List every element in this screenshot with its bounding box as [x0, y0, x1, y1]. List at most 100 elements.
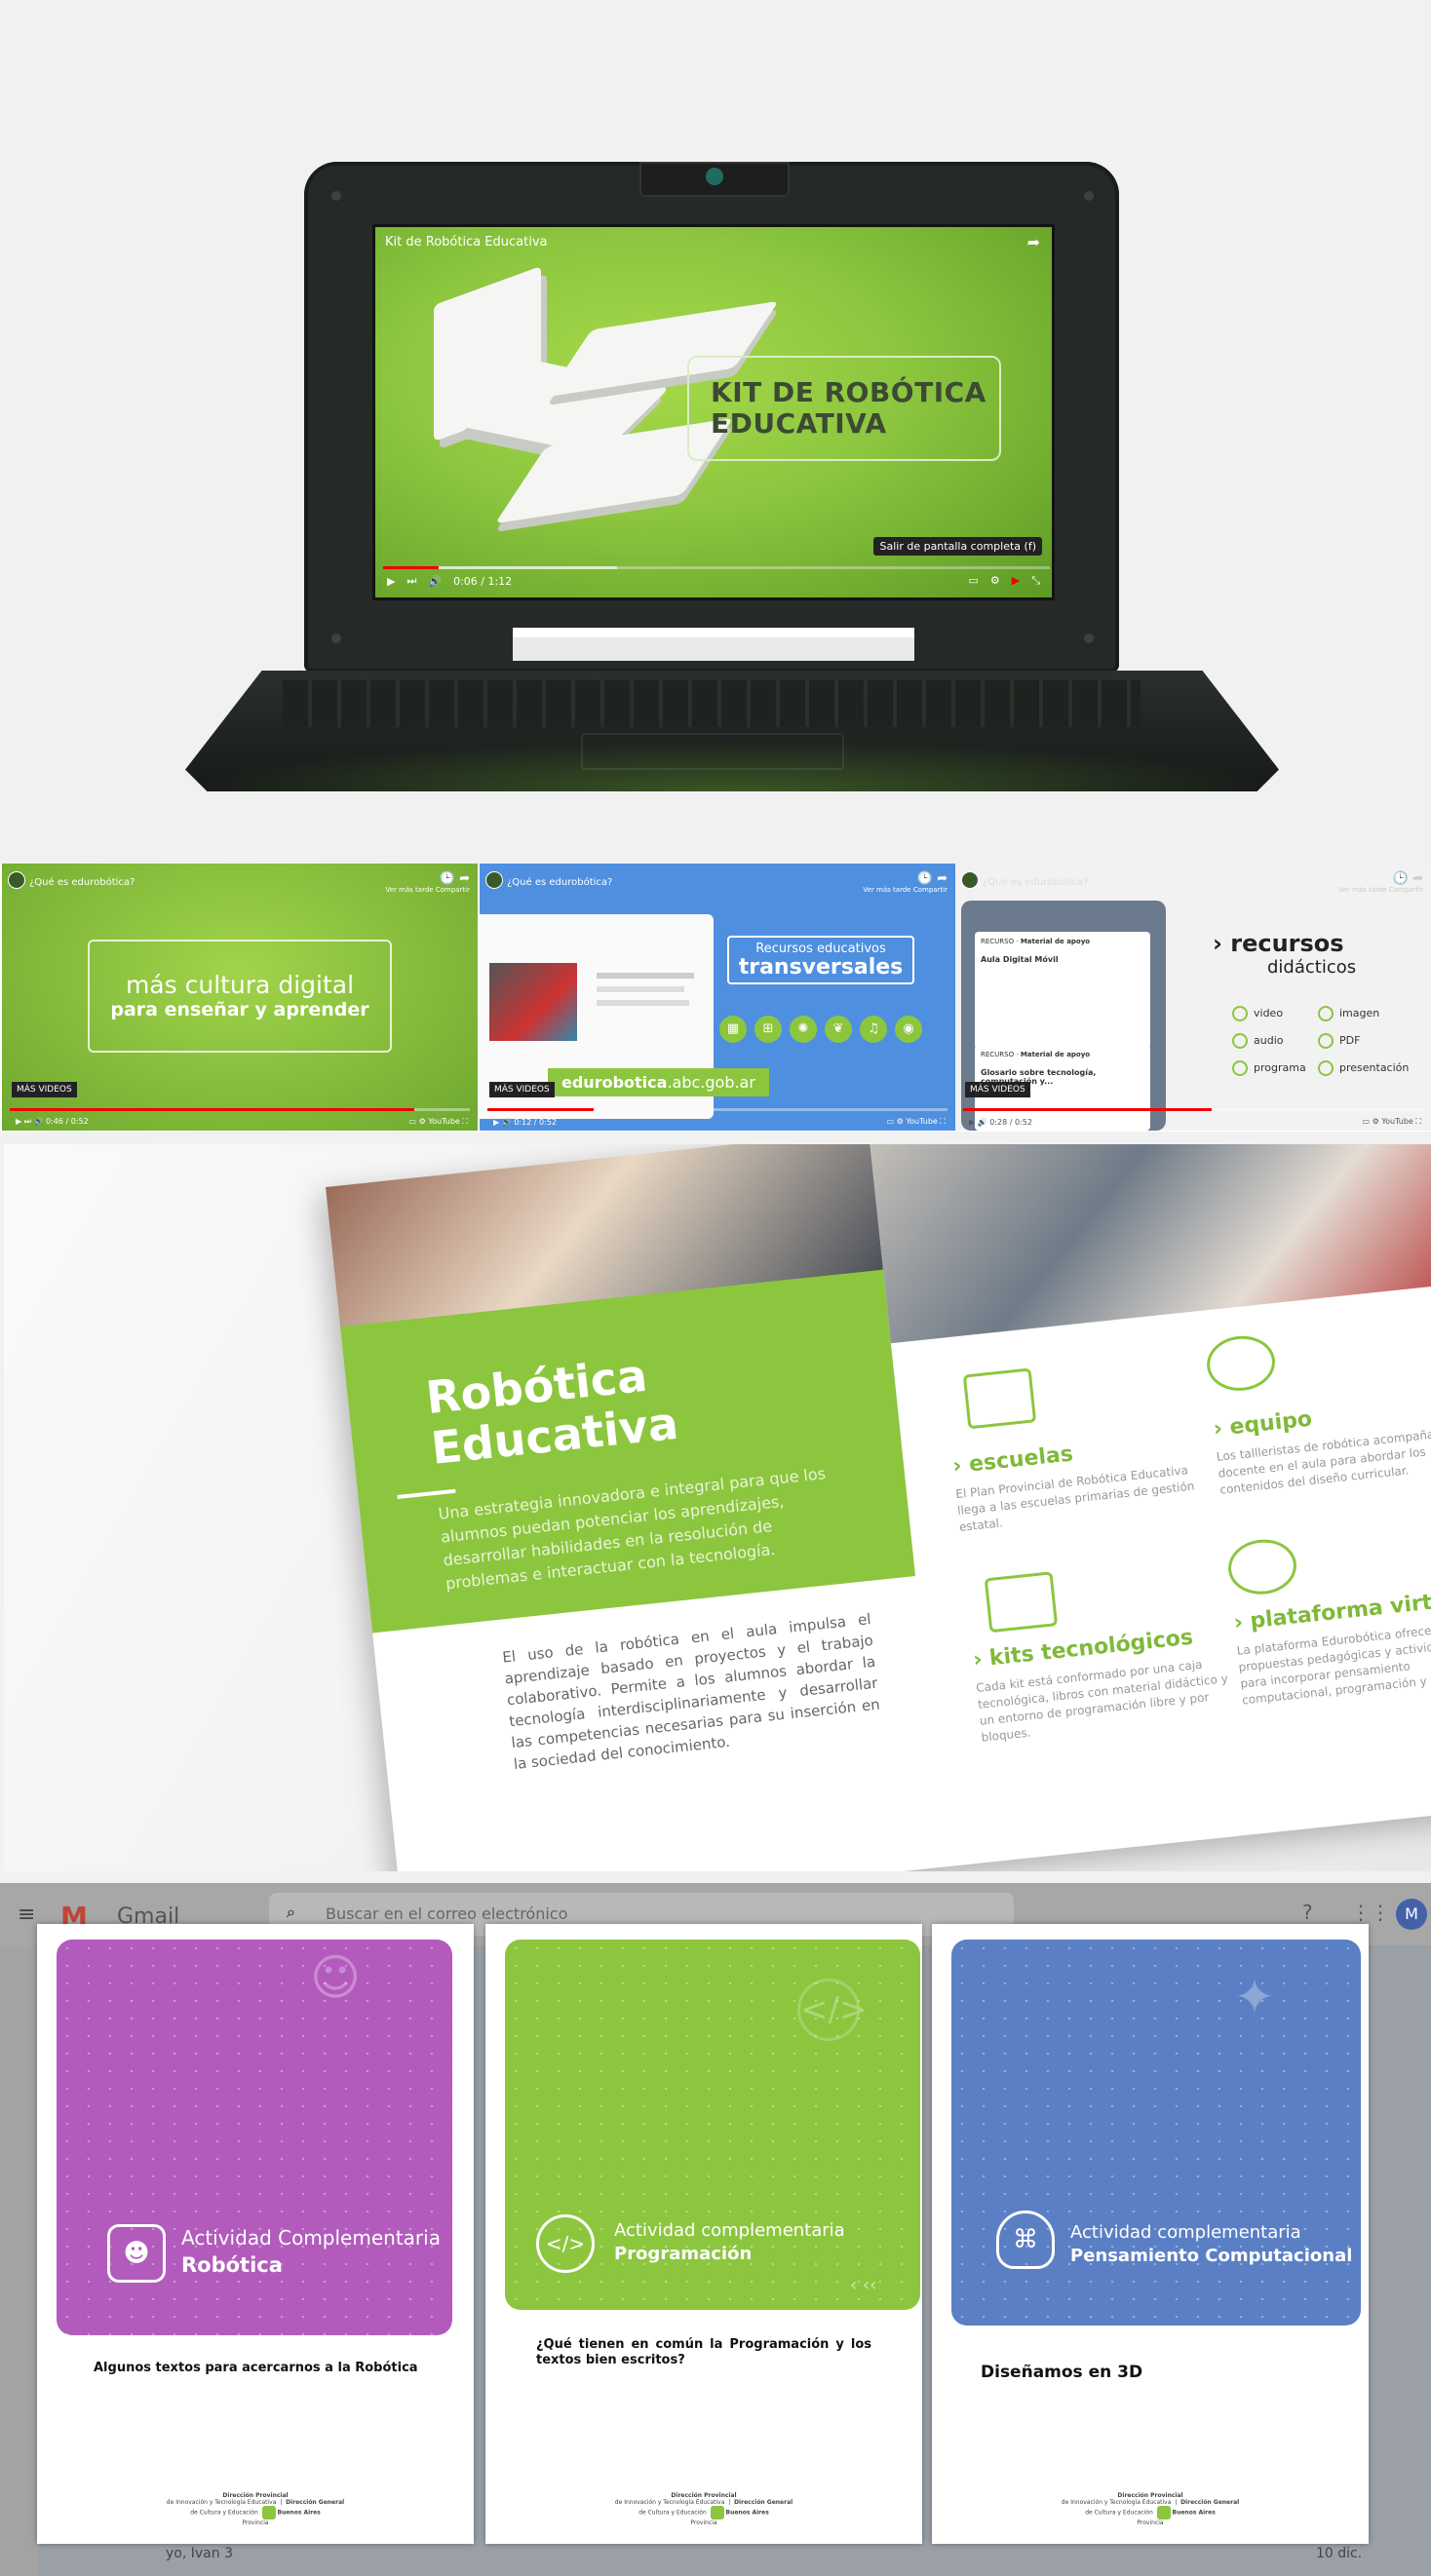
- url-bold: edurobotica: [561, 1073, 668, 1092]
- share-icon[interactable]: ➦: [1027, 233, 1040, 251]
- resource-pdf: PDF: [1318, 1033, 1360, 1049]
- more-videos-button[interactable]: MÁS VIDEOS: [489, 1082, 555, 1097]
- robot-arm-icon: [984, 1571, 1059, 1634]
- captions-icon[interactable]: ▭: [968, 574, 978, 588]
- help-icon[interactable]: ?: [1302, 1901, 1313, 1924]
- play-icon[interactable]: ▶: [387, 575, 395, 588]
- player-controls-left: ▶ ⏭ 🔊 0:46 / 0:52: [16, 1117, 89, 1127]
- eye-icon: ◉: [895, 1016, 922, 1043]
- time-display: 0:28 / 0:52: [989, 1118, 1032, 1127]
- next-icon[interactable]: ⏭: [406, 574, 416, 588]
- more-videos-button[interactable]: MÁS VIDEOS: [12, 1082, 77, 1097]
- more-videos-button[interactable]: MÁS VIDEOS: [965, 1082, 1030, 1097]
- volume-icon[interactable]: 🔊: [428, 575, 442, 588]
- apps-grid-icon[interactable]: ⋮⋮: [1351, 1901, 1390, 1924]
- hamburger-menu-icon[interactable]: ≡: [18, 1903, 35, 1927]
- resource-card-tag: Material de apoyo: [1020, 1051, 1091, 1058]
- laptop-hinge: [513, 628, 914, 661]
- video-thumbnail-cultura[interactable]: ¿Qué es edurobótica? 🕒 ➦ Ver más tarde C…: [2, 864, 478, 1131]
- player-controls-left: ▶ 🔊 0:28 / 0:52: [969, 1118, 1032, 1127]
- settings-icon[interactable]: ▭ ⚙: [408, 1117, 425, 1126]
- played-bar: [487, 1108, 594, 1111]
- resource-image: imagen: [1318, 1006, 1379, 1021]
- activity-card-robotica[interactable]: ☺ ☻ Actividad Complementaria Robótica Al…: [37, 1924, 474, 2544]
- recursos-frame: Recursos educativos transversales: [727, 936, 914, 984]
- resource-card-title: Aula Digital Móvil: [981, 955, 1059, 964]
- search-icon[interactable]: ⌕: [287, 1903, 295, 1922]
- resource-card-label: RECURSO: [981, 938, 1015, 945]
- play-icon[interactable]: ▶ 🔊: [969, 1118, 987, 1127]
- played-bar: [963, 1108, 1212, 1111]
- channel-avatar[interactable]: [485, 871, 503, 889]
- video-title[interactable]: ¿Qué es edurobótica?: [507, 877, 612, 888]
- watch-later-icon[interactable]: 🕒 ➦: [863, 871, 948, 886]
- school-icon: [962, 1367, 1037, 1430]
- play-icon[interactable]: ▶ ⏭ 🔊: [16, 1117, 43, 1126]
- resource-presentation: presentación: [1318, 1060, 1409, 1076]
- resource-card-tag: Material de apoyo: [1020, 938, 1091, 945]
- url-rest: .abc.gob.ar: [667, 1073, 755, 1092]
- recursos-heading: › recursos: [1213, 930, 1344, 957]
- exit-fullscreen-icon[interactable]: ⤡: [1031, 574, 1040, 588]
- site-url-badge[interactable]: edurobotica.abc.gob.ar: [548, 1068, 769, 1096]
- gmail-left-rail: [0, 1945, 39, 2576]
- card-subject: Robótica: [181, 2253, 283, 2277]
- resource-card: RECURSO · Material de apoyo Aula Digital…: [975, 932, 1150, 1049]
- share-label: Compartir: [1388, 886, 1423, 894]
- youtube-logo[interactable]: YouTube: [1381, 1117, 1413, 1126]
- account-avatar[interactable]: M: [1396, 1899, 1427, 1930]
- video-progress-bar[interactable]: [487, 1108, 948, 1111]
- pdf-icon: [1318, 1033, 1334, 1049]
- time-display: 0:06 / 1:12: [453, 574, 513, 588]
- played-bar: [383, 566, 439, 569]
- gmail-background: ≡ M Gmail Buscar en el correo electrónic…: [0, 1883, 1431, 2576]
- play-icon[interactable]: ▶ 🔊: [493, 1118, 512, 1127]
- presentation-icon: [1318, 1060, 1334, 1076]
- watch-later-icon[interactable]: 🕒 ➦: [1338, 871, 1423, 886]
- ba-logo-icon: [1156, 2506, 1171, 2519]
- recursos-line2: transversales: [738, 955, 904, 980]
- card-subject: Programación: [614, 2244, 753, 2264]
- resource-card-label: RECURSO: [981, 1051, 1015, 1058]
- video-progress-bar[interactable]: [963, 1108, 1423, 1111]
- screw-icon: [331, 191, 341, 201]
- fullscreen-icon[interactable]: ⛶: [940, 1117, 946, 1126]
- video-thumbnail-recursos[interactable]: ¿Qué es edurobótica? 🕒 ➦ Ver más tarde C…: [480, 864, 955, 1131]
- video-progress-bar[interactable]: [383, 566, 1050, 569]
- youtube-logo[interactable]: YouTube: [428, 1117, 460, 1126]
- recursos-line1: Recursos educativos: [755, 942, 886, 956]
- video-progress-bar[interactable]: [10, 1108, 470, 1111]
- video-thumbnails-row: ¿Qué es edurobótica? 🕒 ➦ Ver más tarde C…: [0, 864, 1431, 1132]
- video-title[interactable]: ¿Qué es edurobótica?: [983, 877, 1088, 888]
- settings-icon[interactable]: ▭ ⚙: [1362, 1117, 1378, 1126]
- activity-card-pensamiento[interactable]: ✦ ⌘ Actividad complementaria Pensamiento…: [932, 1924, 1369, 2544]
- video-title[interactable]: ¿Qué es edurobótica?: [29, 877, 135, 888]
- resource-audio: audio: [1232, 1033, 1283, 1049]
- fullscreen-icon[interactable]: ⛶: [462, 1117, 468, 1126]
- played-bar: [10, 1108, 415, 1111]
- youtube-logo[interactable]: YouTube: [906, 1117, 938, 1126]
- brochure-sheet: Robótica Educativa Una estrategia innova…: [326, 1144, 1431, 1871]
- title-underline: [397, 1488, 456, 1500]
- youtube-icon[interactable]: ▶: [1012, 574, 1020, 588]
- channel-avatar[interactable]: [8, 871, 25, 889]
- video-player-screen[interactable]: Kit de Robótica Educativa ➦ KIT DE ROBÓT…: [372, 224, 1055, 600]
- email-row-sender[interactable]: yo, Ivan 3: [166, 2546, 233, 2561]
- watch-later-icon[interactable]: 🕒 ➦: [385, 871, 470, 886]
- time-display: 0:46 / 0:52: [45, 1117, 89, 1126]
- channel-avatar[interactable]: [961, 871, 979, 889]
- fullscreen-icon[interactable]: ⛶: [1415, 1117, 1421, 1126]
- card-description: Diseñamos en 3D: [981, 2363, 1143, 2382]
- settings-icon[interactable]: ▭ ⚙: [886, 1117, 903, 1126]
- video-top-actions: 🕒 ➦ Ver más tarde Compartir: [863, 871, 948, 894]
- settings-icon[interactable]: ⚙: [990, 574, 1000, 588]
- resource-video: video: [1232, 1006, 1283, 1021]
- activity-card-programacion[interactable]: </> </> Actividad complementaria Program…: [485, 1924, 922, 2544]
- bulb-watermark-icon: ✦: [1234, 1969, 1275, 2025]
- image-icon: [1318, 1006, 1334, 1021]
- video-thumbnail-didacticos[interactable]: RECURSO · Material de apoyo Aula Digital…: [955, 864, 1431, 1131]
- brochure-title: Robótica Educativa: [423, 1348, 681, 1475]
- kit-title-frame: KIT DE ROBÓTICA EDUCATIVA: [687, 356, 1001, 461]
- code-watermark-icon: </>: [797, 1979, 867, 2041]
- kit-title-line1: KIT DE ROBÓTICA: [711, 376, 986, 408]
